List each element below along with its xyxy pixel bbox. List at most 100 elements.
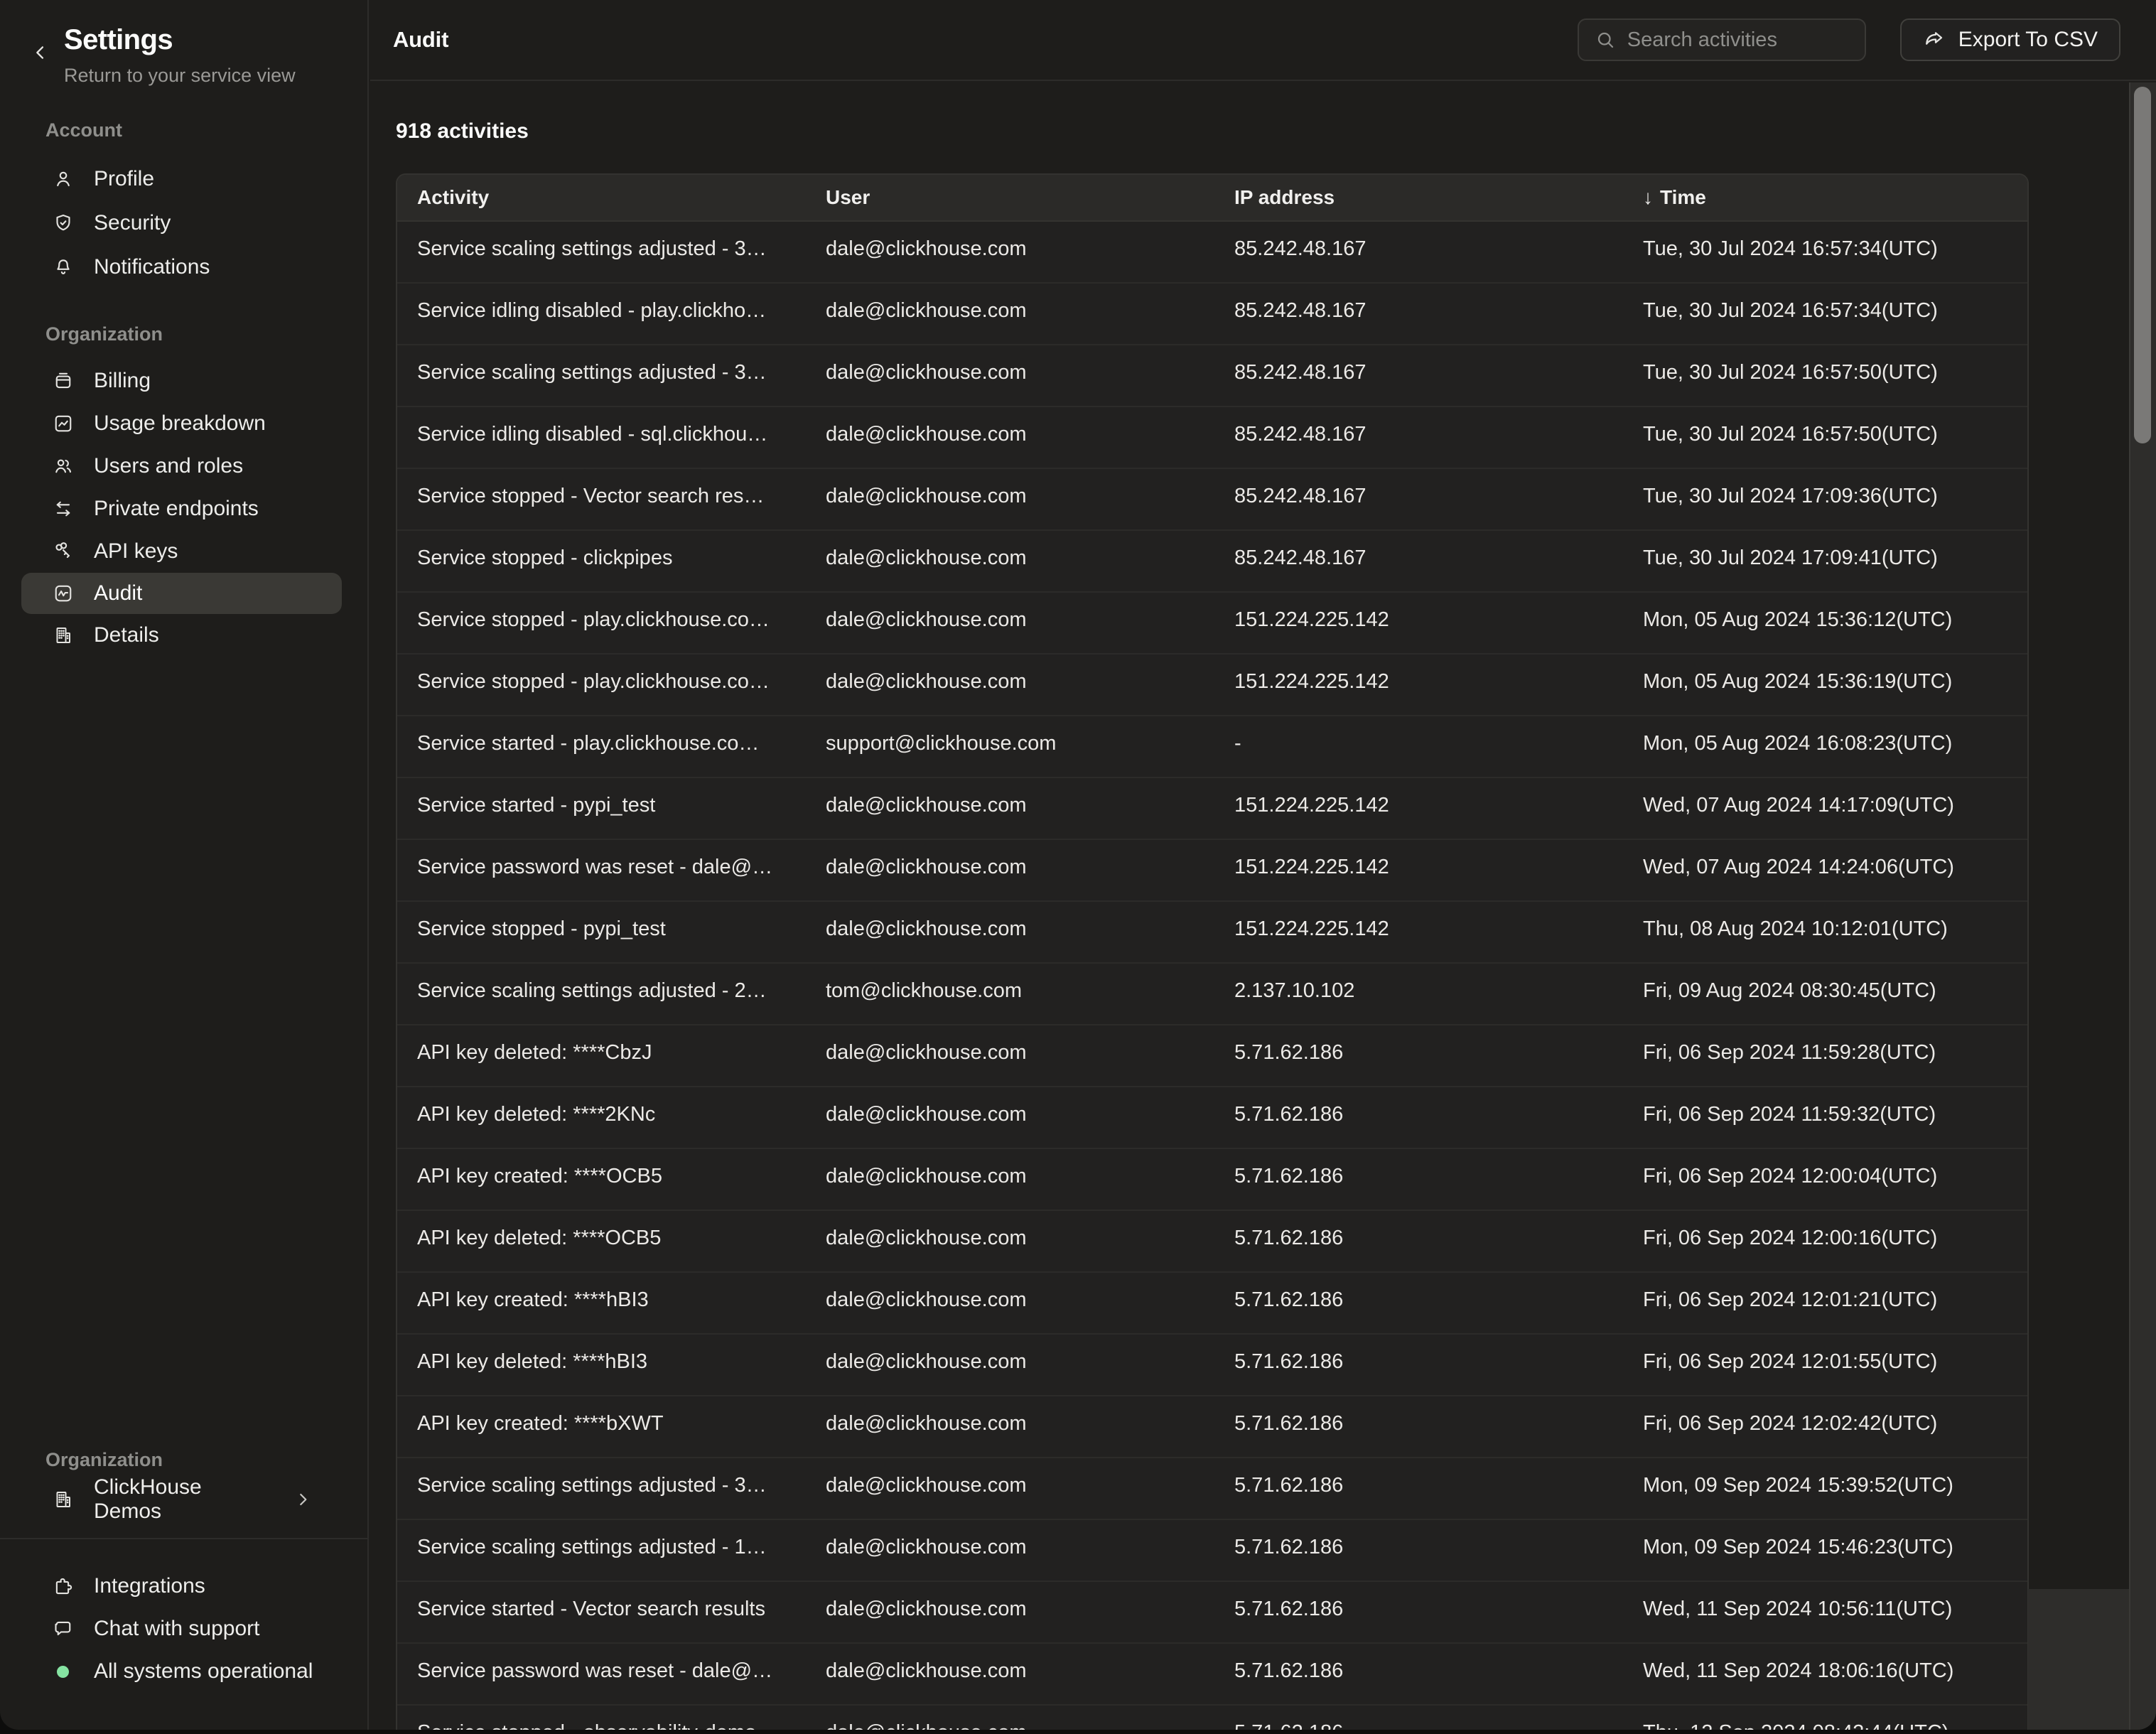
sidebar-item-integrations[interactable]: Integrations (0, 1565, 367, 1608)
search-box[interactable] (1578, 18, 1866, 61)
table-row[interactable]: Service password was reset - dale@… dale… (397, 840, 2027, 902)
table-row[interactable]: Service scaling settings adjusted - 3… d… (397, 345, 2027, 407)
sidebar-item-security[interactable]: Security (0, 201, 367, 245)
activity-cell: API key deleted: ****2KNc (417, 1103, 826, 1126)
table-row[interactable]: Service stopped - clickpipes dale@clickh… (397, 531, 2027, 593)
activity-cell: Service scaling settings adjusted - 1… (417, 1536, 826, 1559)
puzzle-icon (53, 1576, 74, 1597)
ip-address-cell: 151.224.225.142 (1234, 794, 1643, 817)
table-row[interactable]: API key deleted: ****OCB5 dale@clickhous… (397, 1211, 2027, 1273)
organization-name: ClickHouse Demos (94, 1475, 274, 1524)
table-row[interactable]: Service stopped - pypi_test dale@clickho… (397, 902, 2027, 964)
sidebar-item-label: Audit (94, 581, 142, 605)
time-cell: Wed, 11 Sep 2024 18:06:16(UTC) (1643, 1659, 2027, 1683)
settings-sidebar: Settings Return to your service view Acc… (0, 0, 369, 1730)
table-row[interactable]: API key deleted: ****hBI3 dale@clickhous… (397, 1335, 2027, 1396)
time-cell: Fri, 09 Aug 2024 08:30:45(UTC) (1643, 979, 2027, 1003)
sidebar-item-notifications[interactable]: Notifications (0, 245, 367, 289)
activity-cell: API key created: ****hBI3 (417, 1288, 826, 1312)
app-window: Settings Return to your service view Acc… (0, 0, 2156, 1730)
organization-nav: Billing Usage breakdown Users and roles … (0, 360, 367, 657)
user-cell: dale@clickhouse.com (826, 608, 1234, 632)
sidebar-item-label: Private endpoints (94, 497, 259, 521)
time-cell: Tue, 30 Jul 2024 16:57:34(UTC) (1643, 299, 2027, 323)
time-cell: Wed, 07 Aug 2024 14:17:09(UTC) (1643, 794, 2027, 817)
sidebar-item-usage-breakdown[interactable]: Usage breakdown (0, 402, 367, 445)
column-header-activity[interactable]: Activity (417, 186, 826, 209)
table-row[interactable]: Service stopped - play.clickhouse.co… da… (397, 593, 2027, 655)
account-nav: Profile Security Notifications (0, 157, 367, 289)
sidebar-footer: Integrations Chat with support All syste… (0, 1539, 367, 1693)
organization-switcher[interactable]: ClickHouse Demos (0, 1477, 367, 1522)
ip-address-cell: 85.242.48.167 (1234, 485, 1643, 508)
sidebar-item-label: Notifications (94, 255, 210, 279)
sidebar-bottom: Organization ClickHouse Demos Integratio… (0, 1449, 367, 1730)
system-status-link[interactable]: All systems operational (0, 1650, 367, 1693)
search-input[interactable] (1627, 28, 1850, 52)
table-row[interactable]: API key deleted: ****2KNc dale@clickhous… (397, 1087, 2027, 1149)
shield-check-icon (53, 212, 74, 234)
table-row[interactable]: Service idling disabled - play.clickho… … (397, 284, 2027, 345)
column-header-user[interactable]: User (826, 186, 1234, 209)
table-row[interactable]: Service password was reset - dale@… dale… (397, 1644, 2027, 1706)
sidebar-item-api-keys[interactable]: API keys (0, 530, 367, 573)
sidebar-item-label: Integrations (94, 1574, 205, 1598)
activity-cell: API key deleted: ****CbzJ (417, 1041, 826, 1065)
activity-cell: Service stopped - play.clickhouse.co… (417, 608, 826, 632)
table-row[interactable]: Service stopped - play.clickhouse.co… da… (397, 655, 2027, 716)
sidebar-item-profile[interactable]: Profile (0, 157, 367, 201)
table-row[interactable]: Service idling disabled - sql.clickhou… … (397, 407, 2027, 469)
scrollbar-thumb[interactable] (2134, 87, 2151, 443)
activity-cell: Service started - play.clickhouse.co… (417, 732, 826, 755)
sidebar-item-details[interactable]: Details (0, 614, 367, 657)
sidebar-item-audit[interactable]: Audit (21, 573, 342, 614)
sidebar-item-users-and-roles[interactable]: Users and roles (0, 445, 367, 488)
sidebar-item-billing[interactable]: Billing (0, 360, 367, 402)
user-cell: dale@clickhouse.com (826, 1721, 1234, 1730)
time-cell: Tue, 30 Jul 2024 16:57:50(UTC) (1643, 361, 2027, 384)
column-header-time[interactable]: ↓ Time (1643, 186, 2027, 209)
back-button[interactable] (28, 38, 53, 67)
user-cell: dale@clickhouse.com (826, 1165, 1234, 1188)
sidebar-item-label: Details (94, 623, 159, 647)
audit-table: Activity User IP address ↓ Time Service … (396, 173, 2029, 1730)
audit-content: 918 activities Activity User IP address … (370, 82, 2128, 1730)
time-cell: Tue, 30 Jul 2024 16:57:50(UTC) (1643, 423, 2027, 446)
export-csv-button[interactable]: Export To CSV (1900, 18, 2120, 61)
activity-cell: Service stopped - Vector search res… (417, 485, 826, 508)
ip-address-cell: 85.242.48.167 (1234, 361, 1643, 384)
table-row[interactable]: Service scaling settings adjusted - 2… t… (397, 964, 2027, 1025)
table-row[interactable]: Service started - play.clickhouse.co… su… (397, 716, 2027, 778)
column-header-ip-address[interactable]: IP address (1234, 186, 1643, 209)
time-cell: Wed, 07 Aug 2024 14:24:06(UTC) (1643, 856, 2027, 879)
table-row[interactable]: Service scaling settings adjusted - 3… d… (397, 222, 2027, 284)
chat-bubble-icon (53, 1618, 74, 1639)
time-cell: Thu, 08 Aug 2024 10:12:01(UTC) (1643, 917, 2027, 941)
table-row[interactable]: Service stopped - Vector search res… dal… (397, 469, 2027, 531)
table-row[interactable]: API key deleted: ****CbzJ dale@clickhous… (397, 1025, 2027, 1087)
table-row[interactable]: Service scaling settings adjusted - 3… d… (397, 1458, 2027, 1520)
chevron-right-icon (293, 1490, 312, 1509)
table-row[interactable]: Service started - Vector search results … (397, 1582, 2027, 1644)
sidebar-item-chat-with-support[interactable]: Chat with support (0, 1608, 367, 1650)
ip-address-cell: 5.71.62.186 (1234, 1412, 1643, 1436)
activity-cell: Service scaling settings adjusted - 3… (417, 237, 826, 261)
table-row[interactable]: Service started - pypi_test dale@clickho… (397, 778, 2027, 840)
ip-address-cell: 5.71.62.186 (1234, 1165, 1643, 1188)
user-cell: dale@clickhouse.com (826, 1227, 1234, 1250)
status-dot-icon (57, 1666, 69, 1678)
ip-address-cell: 5.71.62.186 (1234, 1103, 1643, 1126)
table-row[interactable]: API key created: ****bXWT dale@clickhous… (397, 1396, 2027, 1458)
ip-address-cell: 5.71.62.186 (1234, 1288, 1643, 1312)
time-cell: Tue, 30 Jul 2024 17:09:41(UTC) (1643, 546, 2027, 570)
column-label: Activity (417, 186, 489, 209)
sidebar-item-private-endpoints[interactable]: Private endpoints (0, 488, 367, 530)
time-cell: Wed, 11 Sep 2024 10:56:11(UTC) (1643, 1598, 2027, 1621)
table-row[interactable]: Service scaling settings adjusted - 1… d… (397, 1520, 2027, 1582)
user-cell: dale@clickhouse.com (826, 485, 1234, 508)
activity-cell: Service stopped - clickpipes (417, 546, 826, 570)
table-row[interactable]: API key created: ****hBI3 dale@clickhous… (397, 1273, 2027, 1335)
time-cell: Tue, 30 Jul 2024 17:09:36(UTC) (1643, 485, 2027, 508)
table-row[interactable]: API key created: ****OCB5 dale@clickhous… (397, 1149, 2027, 1211)
table-row[interactable]: Service stopped - observability-demo dal… (397, 1706, 2027, 1730)
